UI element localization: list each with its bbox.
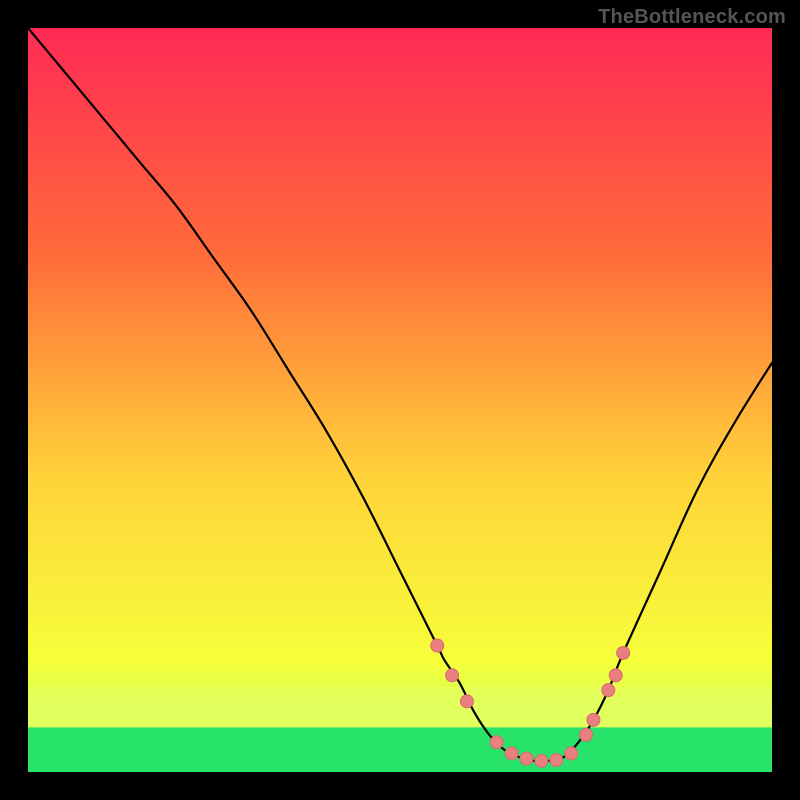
sample-point	[602, 684, 615, 697]
chart-background	[28, 28, 772, 772]
highlight-band	[28, 687, 772, 727]
sample-point	[490, 736, 503, 749]
sample-point	[460, 695, 473, 708]
sample-point	[609, 669, 622, 682]
sample-point	[446, 669, 459, 682]
sample-point	[580, 728, 593, 741]
sample-point	[617, 646, 630, 659]
sample-point	[550, 754, 563, 767]
bottleneck-chart	[28, 28, 772, 772]
sample-point	[431, 639, 444, 652]
sample-point	[520, 752, 533, 765]
sample-point	[535, 754, 548, 767]
watermark-label: TheBottleneck.com	[598, 6, 786, 29]
sample-point	[505, 747, 518, 760]
sample-point	[587, 713, 600, 726]
chart-svg	[28, 28, 772, 772]
bottom-band	[28, 727, 772, 772]
sample-point	[565, 747, 578, 760]
